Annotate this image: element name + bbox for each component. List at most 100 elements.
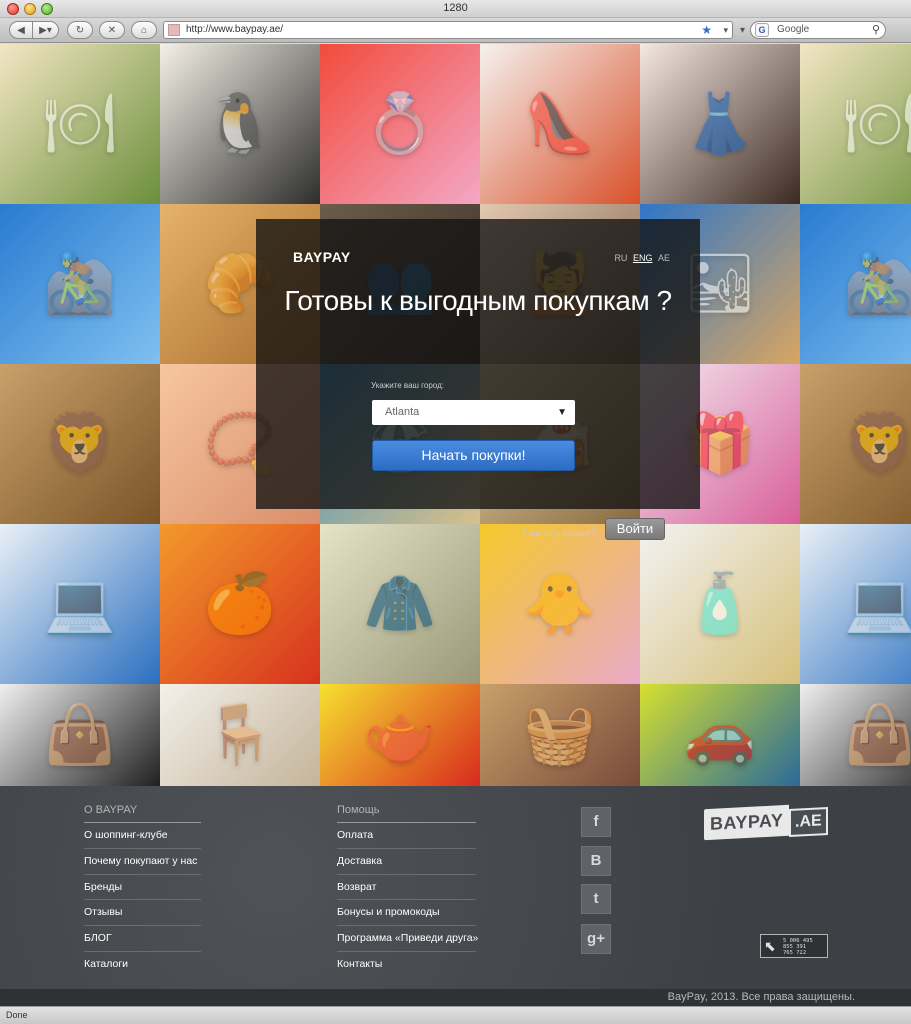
counter-badge[interactable]: ⬉ 5 006 495 855 391 765 722 [760,934,828,958]
tile-heart-ring: 💍 [320,44,480,204]
twitter-button[interactable]: t [581,884,611,914]
city-label: Укажите ваш город: [371,381,444,390]
lang-eng-link[interactable]: ENG [633,253,653,263]
facebook-icon: f [593,813,599,830]
tile-cyclist: 🚵 [0,204,160,364]
city-select[interactable]: Atlanta ▼ [372,400,575,425]
google-plus-button[interactable]: g+ [581,924,611,954]
page-viewport: 🍽🐧💍👠👗🍽🚵🥐👥💆🏜🚵🦁📿🏖🍰🎁🦁💻🍊🧥🐥🧴💻👜🪑🫖🧺🚗👜 BAYPAY RU… [0,44,911,1006]
tile-terrace-picture-icon: 🪑 [203,702,277,767]
footer-link-why[interactable]: Почему покупают у нас [84,849,201,875]
bookmark-star-icon[interactable]: ★ [701,22,712,38]
stop-button[interactable]: ✕ [99,21,125,39]
tile-textiles-picture-icon: 🧺 [523,702,597,767]
tile-car-picture-icon: 🚗 [683,702,757,767]
tile-food-plate-picture-icon: 🍽 [43,91,117,156]
footer-logo-suffix: .AE [789,806,829,838]
forward-arrow-icon: ▶▾ [39,24,52,36]
tile-food-plate-repeat: 🍽 [800,44,911,204]
site-favicon-icon [168,24,180,36]
vkontakte-button[interactable]: B [581,846,611,876]
search-placeholder: Google [777,24,810,35]
tile-bag-repeat: 👜 [800,684,911,786]
footer-logo[interactable]: BAYPAY .AE [704,804,829,840]
brand-logo[interactable]: BAYPAY [293,249,351,265]
tile-penguins: 🐧 [160,44,320,204]
facebook-button[interactable]: f [581,807,611,837]
dropdown-caret-icon: ▼ [557,407,567,418]
search-field[interactable]: G Google ⚲ [750,21,886,39]
copyright-bar: BayPay, 2013. Все права защищены. [0,989,911,1006]
back-button[interactable]: ◀ [9,21,33,39]
tile-car: 🚗 [640,684,800,786]
forward-button[interactable]: ▶▾ [33,21,59,39]
reload-icon: ↻ [75,24,85,36]
tile-terrace: 🪑 [160,684,320,786]
home-icon: ⌂ [140,24,148,36]
footer-link-club[interactable]: О шоппинг-клубе [84,823,201,849]
back-arrow-icon: ◀ [17,24,25,36]
tile-food-plate-repeat-picture-icon: 🍽 [843,91,911,156]
tile-fruits: 🍊 [160,524,320,684]
footer-link-referral[interactable]: Программа «Приведи друга» [337,926,478,952]
start-shopping-button[interactable]: Начать покупки! [372,440,575,471]
tile-laptop: 💻 [0,524,160,684]
footer-link-delivery[interactable]: Доставка [337,849,476,875]
tile-shoe: 👠 [480,44,640,204]
tile-heart-ring-picture-icon: 💍 [363,91,437,156]
browser-toolbar: ◀ ▶▾ ↻ ✕ ⌂ http://www.baypay.ae/ ★ ▾ ▾ G… [0,18,911,43]
footer-about-column: О BAYPAY О шоппинг-клубе Почему покупают… [84,804,201,978]
tile-fruits-picture-icon: 🍊 [203,571,277,636]
counter-badge-text: 5 006 495 855 391 765 722 [783,938,813,956]
address-bar[interactable]: http://www.baypay.ae/ ★ ▾ [163,21,733,39]
tile-dress: 👗 [640,44,800,204]
footer-link-contacts[interactable]: Контакты [337,952,476,978]
have-account-text: У вас есть аккаунт? [522,529,596,538]
tile-toys: 🐥 [480,524,640,684]
footer-link-catalogs[interactable]: Каталоги [84,952,201,978]
tile-dishes-picture-icon: 🫖 [363,702,437,767]
tile-dishes: 🫖 [320,684,480,786]
copyright-text: BayPay, 2013. Все права защищены. [667,991,855,1003]
footer-about-heading: О BAYPAY [84,804,201,823]
address-text: http://www.baypay.ae/ [186,24,284,35]
footer-link-reviews[interactable]: Отзывы [84,900,201,927]
tile-cyclist-picture-icon: 🚵 [43,251,117,316]
tile-bag-repeat-picture-icon: 👜 [843,702,911,767]
status-text: Done [6,1010,28,1020]
toolbar-separator-icon: ▾ [740,25,746,36]
tile-lion-repeat: 🦁 [800,364,911,524]
tile-suit-picture-icon: 🧥 [363,571,437,636]
tile-laptop-repeat: 💻 [800,524,911,684]
footer-logo-main: BAYPAY [704,804,790,840]
search-icon[interactable]: ⚲ [872,22,880,38]
page-headline: Готовы к выгодным покупкам ? [284,285,672,316]
tile-bag-picture-icon: 👜 [43,702,117,767]
tile-toys-picture-icon: 🐥 [523,571,597,636]
home-button[interactable]: ⌂ [131,21,157,39]
footer-link-blog[interactable]: БЛОГ [84,926,201,952]
welcome-panel: BAYPAY RU ENG AE Готовы к выгодным покуп… [256,219,700,540]
site-footer: О BAYPAY О шоппинг-клубе Почему покупают… [0,786,911,1006]
tile-lion-picture-icon: 🦁 [43,411,117,476]
footer-link-bonuses[interactable]: Бонусы и промокоды [337,900,476,927]
twitter-icon: t [593,890,599,907]
tile-food-plate: 🍽 [0,44,160,204]
tile-shoe-picture-icon: 👠 [523,91,597,156]
tile-textiles: 🧺 [480,684,640,786]
tile-perfume: 🧴 [640,524,800,684]
footer-link-returns[interactable]: Возврат [337,875,476,901]
google-engine-icon[interactable]: G [755,23,769,37]
footer-help-heading: Помощь [337,804,476,823]
tile-cyclist-repeat: 🚵 [800,204,911,364]
url-history-dropdown-icon[interactable]: ▾ [723,22,728,38]
tile-dress-picture-icon: 👗 [683,91,757,156]
footer-link-payment[interactable]: Оплата [337,823,476,849]
lang-ru-link[interactable]: RU [614,253,627,263]
reload-button[interactable]: ↻ [67,21,93,39]
lang-ae-link[interactable]: AE [658,253,670,263]
browser-statusbar: Done [0,1006,911,1024]
login-button[interactable]: Войти [605,518,665,540]
footer-link-brands[interactable]: Бренды [84,875,201,901]
city-select-value: Atlanta [385,406,420,418]
